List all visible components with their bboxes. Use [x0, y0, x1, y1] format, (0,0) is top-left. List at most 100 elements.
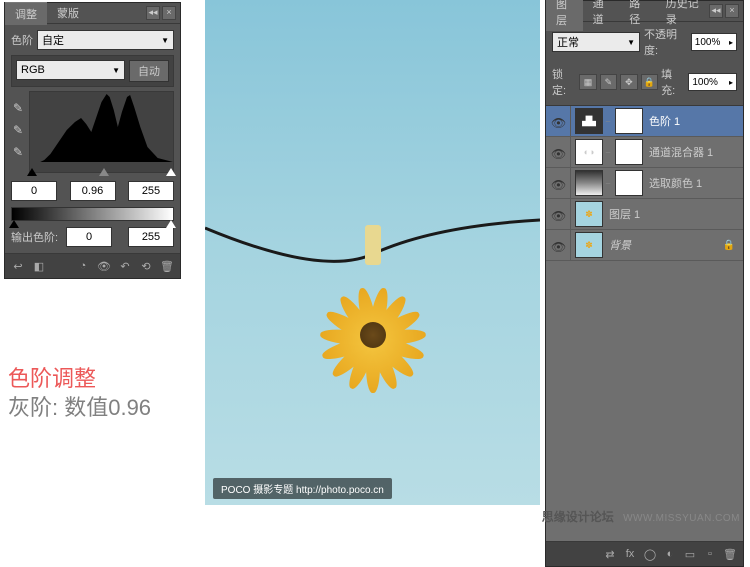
eyedropper-black-icon[interactable]: ✎: [11, 101, 25, 115]
fill-field[interactable]: 100%▸: [688, 73, 737, 91]
opacity-label: 不透明度:: [644, 26, 687, 58]
collapse-icon[interactable]: ◂◂: [709, 4, 723, 18]
lock-pixels-icon[interactable]: ✎: [600, 74, 617, 90]
eyedropper-white-icon[interactable]: ✎: [11, 145, 25, 159]
expand-icon[interactable]: ◧: [30, 258, 48, 274]
tab-channels[interactable]: 通道: [583, 0, 620, 30]
clip-graphic: [365, 225, 381, 265]
eyedropper-gray-icon[interactable]: ✎: [11, 123, 25, 137]
fill-label: 填充:: [661, 66, 685, 98]
input-white-field[interactable]: [128, 181, 174, 201]
eyedropper-group: ✎ ✎ ✎: [11, 91, 25, 173]
clip-icon[interactable]: ◔: [74, 258, 92, 274]
lock-all-icon[interactable]: 🔒: [641, 74, 658, 90]
blend-mode-dropdown[interactable]: 正常 ▼: [552, 32, 640, 52]
canvas[interactable]: POCO 摄影专题 http://photo.poco.cn: [205, 0, 540, 505]
watermark: POCO 摄影专题 http://photo.poco.cn: [213, 478, 392, 499]
chevron-down-icon: ▼: [627, 38, 635, 47]
eye-icon[interactable]: 👁: [551, 147, 565, 157]
preset-label: 色阶: [11, 32, 33, 48]
adjustment-layer-icon[interactable]: ◐: [661, 546, 679, 562]
layer-item-layer1[interactable]: 👁 ✽ 图层 1: [546, 199, 743, 230]
layer-mask-thumb[interactable]: [615, 170, 643, 196]
output-gradient: [11, 207, 174, 221]
layer-name: 背景: [609, 237, 631, 253]
annotation-line1: 色阶调整: [8, 365, 151, 394]
input-black-field[interactable]: [11, 181, 57, 201]
eye-icon[interactable]: 👁: [551, 240, 565, 250]
chevron-down-icon: ▼: [112, 66, 120, 75]
white-point-slider[interactable]: [166, 168, 176, 176]
annotation-text: 色阶调整 灰阶: 数值0.96: [8, 365, 151, 422]
layers-footer: ⇄ fx ◯ ◐ ▭ ▫ 🗑: [546, 541, 743, 566]
layer-name: 图层 1: [609, 206, 640, 222]
tab-adjustments[interactable]: 调整: [5, 2, 47, 25]
adjustments-panel-header: 调整 蒙版 ◂◂ ×: [5, 3, 180, 24]
mask-icon[interactable]: ◯: [641, 546, 659, 562]
footer-url: WWW.MISSYUAN.COM: [623, 513, 740, 524]
output-black-slider[interactable]: [9, 220, 19, 228]
layer-thumb-icon[interactable]: ◐◑: [575, 139, 603, 165]
group-icon[interactable]: ▭: [681, 546, 699, 562]
gamma-slider[interactable]: [99, 168, 109, 176]
output-white-slider[interactable]: [166, 220, 176, 228]
layer-item-background[interactable]: 👁 ✽ 背景 🔒: [546, 230, 743, 261]
layer-name: 通道混合器 1: [649, 144, 713, 160]
return-icon[interactable]: ↩: [9, 258, 27, 274]
close-icon[interactable]: ×: [725, 4, 739, 18]
close-icon[interactable]: ×: [162, 6, 176, 20]
trash-icon[interactable]: 🗑: [721, 546, 739, 562]
output-black-field[interactable]: [66, 227, 112, 247]
adjustments-body: 色阶 自定 ▼ RGB ▼ 自动 ✎ ✎ ✎: [5, 24, 180, 253]
layer-name: 色阶 1: [649, 113, 680, 129]
visibility-icon[interactable]: 👁: [95, 258, 113, 274]
collapse-icon[interactable]: ◂◂: [146, 6, 160, 20]
lock-transparent-icon[interactable]: ▦: [579, 74, 596, 90]
histogram-chart: [30, 92, 173, 162]
layer-item-levels[interactable]: 👁 ▟▙ ⎯ 色阶 1: [546, 106, 743, 137]
lock-position-icon[interactable]: ✥: [620, 74, 637, 90]
flower-graphic: [298, 260, 448, 410]
layer-item-selectivecolor[interactable]: 👁 ⎯ 选取颜色 1: [546, 168, 743, 199]
layer-list-empty: [546, 261, 743, 541]
reset-icon[interactable]: ⟲: [137, 258, 155, 274]
layer-mask-thumb[interactable]: [615, 108, 643, 134]
layer-thumb-icon[interactable]: ✽: [575, 201, 603, 227]
layer-thumb-icon[interactable]: [575, 170, 603, 196]
output-white-field[interactable]: [128, 227, 174, 247]
blend-mode-value: 正常: [557, 34, 579, 50]
layer-item-channelmixer[interactable]: 👁 ◐◑ ⎯ 通道混合器 1: [546, 137, 743, 168]
lock-label: 锁定:: [552, 66, 576, 98]
page-footer: 思缘设计论坛 WWW.MISSYUAN.COM: [542, 508, 740, 525]
black-point-slider[interactable]: [27, 168, 37, 176]
trash-icon[interactable]: 🗑: [158, 258, 176, 274]
layer-thumb-icon[interactable]: ▟▙: [575, 108, 603, 134]
link-layers-icon[interactable]: ⇄: [601, 546, 619, 562]
lock-icon: 🔒: [723, 240, 735, 251]
previous-icon[interactable]: ↶: [116, 258, 134, 274]
layer-thumb-icon[interactable]: ✽: [575, 232, 603, 258]
adjustments-footer: ↩ ◧ ◔ 👁 ↶ ⟲ 🗑: [5, 253, 180, 278]
eye-icon[interactable]: 👁: [551, 116, 565, 126]
layers-panel-header: 图层 通道 路径 历史记录 ◂◂ ×: [546, 1, 743, 22]
output-label: 输出色阶:: [11, 229, 58, 245]
link-icon: ⎯: [603, 116, 613, 127]
new-layer-icon[interactable]: ▫: [701, 546, 719, 562]
tab-layers[interactable]: 图层: [546, 0, 583, 31]
preset-dropdown[interactable]: 自定 ▼: [37, 30, 174, 50]
auto-button[interactable]: 自动: [129, 60, 169, 82]
link-icon: ⎯: [603, 178, 613, 189]
eye-icon[interactable]: 👁: [551, 209, 565, 219]
input-gamma-field[interactable]: [70, 181, 116, 201]
opacity-field[interactable]: 100%▸: [691, 33, 737, 51]
layer-mask-thumb[interactable]: [615, 139, 643, 165]
tab-masks[interactable]: 蒙版: [47, 2, 89, 24]
channel-dropdown[interactable]: RGB ▼: [16, 60, 125, 80]
preset-value: 自定: [42, 32, 64, 48]
annotation-line2: 灰阶: 数值0.96: [8, 394, 151, 423]
link-icon: ⎯: [603, 147, 613, 158]
adjustments-panel: 调整 蒙版 ◂◂ × 色阶 自定 ▼ RGB ▼ 自动 ✎ ✎ ✎: [4, 2, 181, 279]
input-sliders: [30, 168, 173, 178]
fx-icon[interactable]: fx: [621, 546, 639, 562]
eye-icon[interactable]: 👁: [551, 178, 565, 188]
